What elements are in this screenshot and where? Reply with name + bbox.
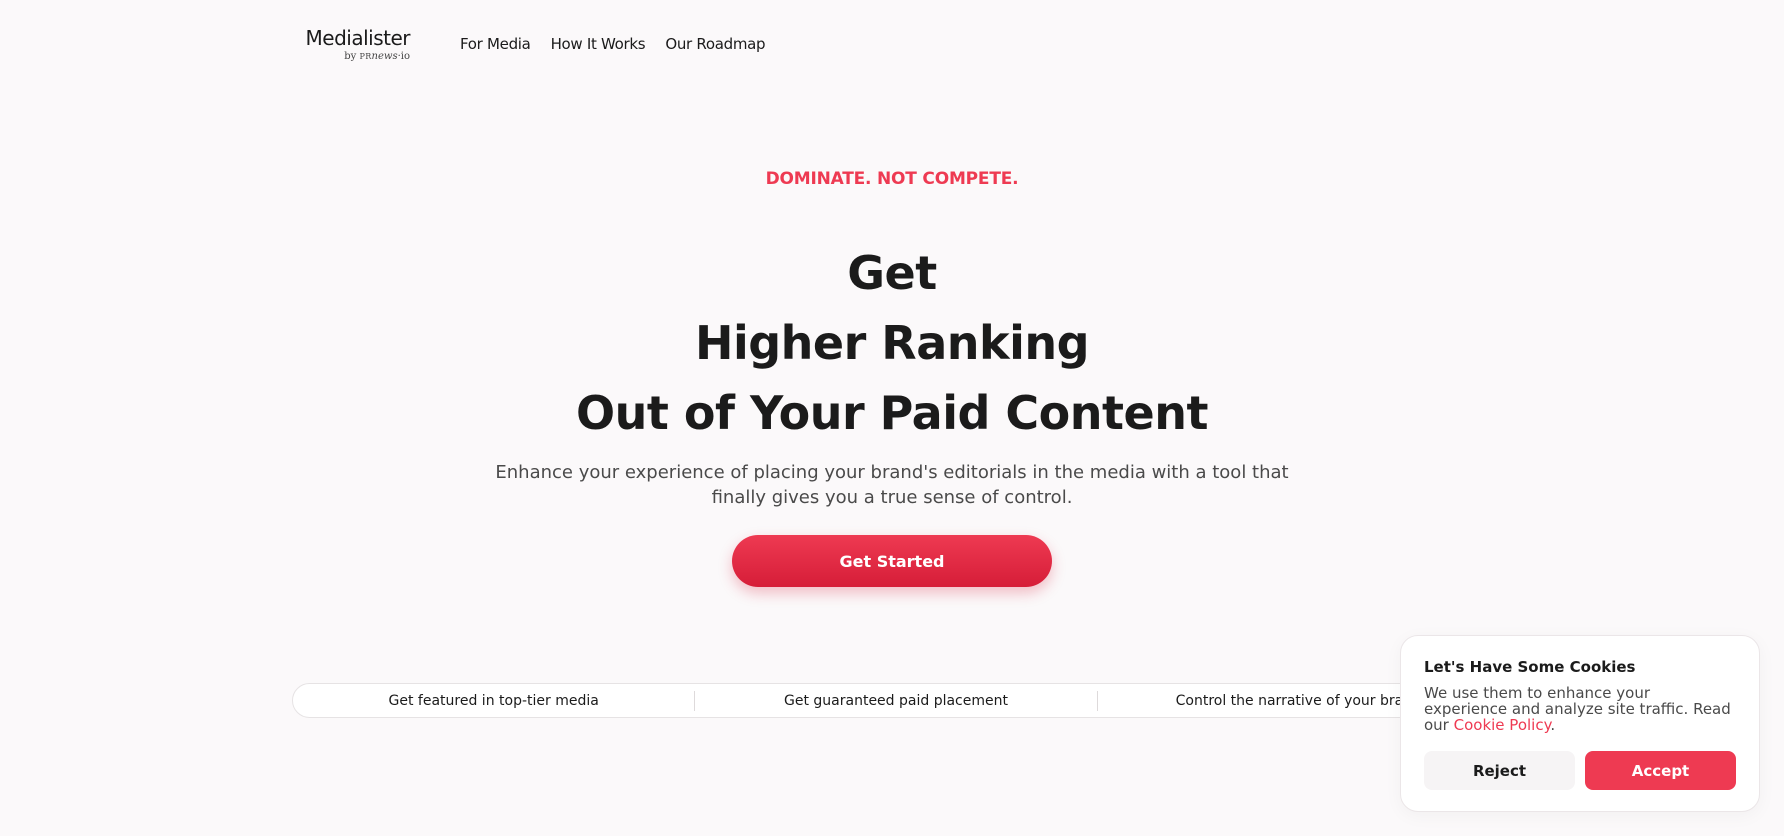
site-header: Medialister by PRnews·io For Media How I… — [306, 26, 785, 63]
main-nav: For Media How It Works Our Roadmap — [460, 35, 785, 53]
cookie-policy-link[interactable]: Cookie Policy — [1454, 716, 1551, 734]
logo-pr: PR — [359, 52, 372, 61]
get-started-button[interactable]: Get Started — [732, 535, 1052, 587]
hero-eyebrow: DOMINATE. NOT COMPETE. — [765, 169, 1019, 189]
logo-news: news — [371, 51, 398, 62]
features-bar: Get featured in top-tier media Get guara… — [292, 683, 1500, 718]
accept-button[interactable]: Accept — [1585, 751, 1736, 790]
hero-subtitle: Enhance your experience of placing your … — [495, 462, 1289, 508]
cookie-period: . — [1550, 716, 1556, 734]
nav-link-how-it-works[interactable]: How It Works — [551, 35, 646, 53]
cookie-buttons: Reject Accept — [1424, 751, 1736, 790]
logo-by: by — [344, 51, 357, 62]
headline-line-2: Higher Ranking — [694, 316, 1090, 370]
feature-item: Get featured in top-tier media — [388, 692, 599, 709]
nav-link-our-roadmap[interactable]: Our Roadmap — [665, 35, 765, 53]
headline-line-3: Out of Your Paid Content — [576, 386, 1208, 440]
nav-link-for-media[interactable]: For Media — [460, 35, 531, 53]
logo-byline: by PRnews·io — [344, 51, 410, 63]
headline-line-1: Get — [847, 246, 937, 300]
logo-wordmark: Medialister — [305, 26, 411, 50]
cookie-text: We use them to enhance your experience a… — [1424, 685, 1736, 733]
feature-item: Get guaranteed paid placement — [784, 692, 1008, 709]
page: Medialister by PRnews·io For Media How I… — [0, 0, 1784, 836]
logo[interactable]: Medialister by PRnews·io — [305, 26, 411, 63]
reject-button[interactable]: Reject — [1424, 751, 1575, 790]
cookie-consent-panel: Let's Have Some Cookies We use them to e… — [1400, 635, 1760, 812]
logo-io: io — [400, 51, 410, 62]
cookie-title: Let's Have Some Cookies — [1424, 658, 1636, 676]
hero-headline: Get Higher Ranking Out of Your Paid Cont… — [0, 238, 1784, 448]
